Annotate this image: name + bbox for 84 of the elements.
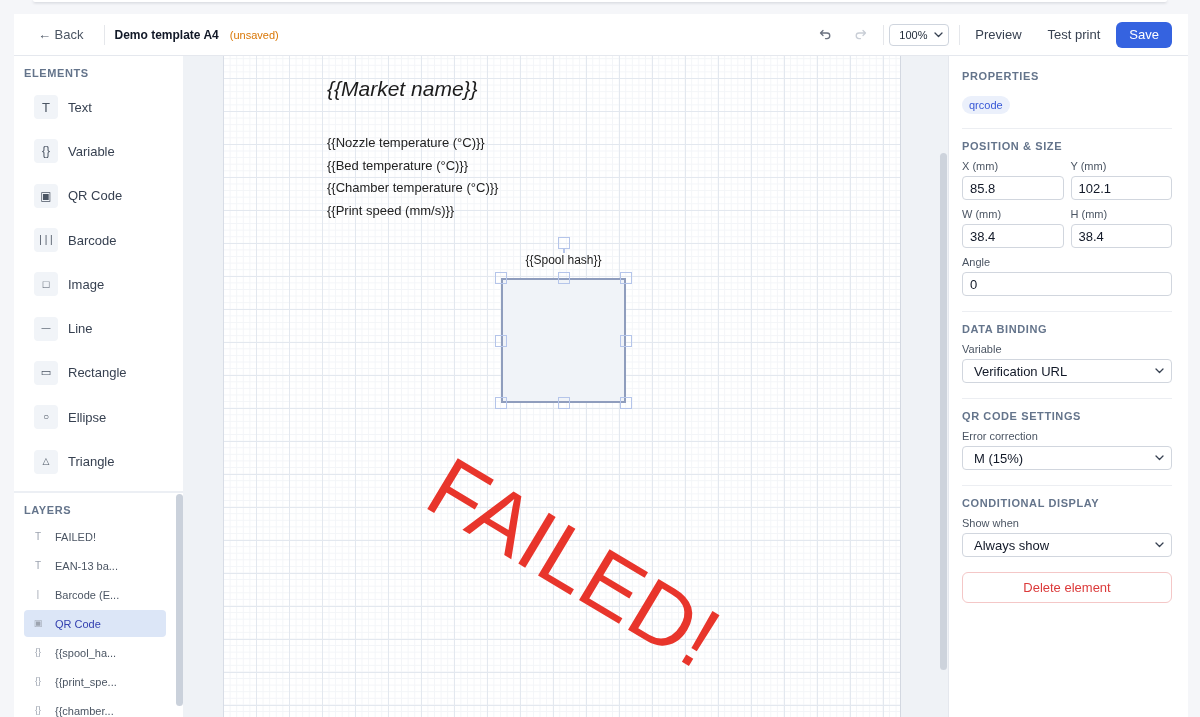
bars-icon: |: [32, 590, 44, 599]
element-label: {{Spool hash}}: [525, 252, 602, 267]
letter-t-icon: T: [34, 95, 58, 120]
bars-icon: | | |: [34, 228, 58, 253]
variable-text: {{Chamber temperature (°C)}}: [327, 179, 499, 197]
filled-square-icon: ▣: [34, 183, 58, 208]
section-title: DATA BINDING: [962, 322, 1048, 336]
section-title: PROPERTIES: [962, 69, 1039, 83]
filled-square-icon: ▣: [32, 619, 44, 628]
element-item[interactable]: □ Image: [24, 262, 173, 307]
input-field[interactable]: 102.1: [1070, 176, 1172, 200]
element-item[interactable]: ○ Ellipse: [24, 395, 173, 440]
braces-icon: {}: [32, 648, 44, 657]
chevron-down-icon: [934, 31, 944, 38]
input-field[interactable]: 38.4: [1070, 224, 1172, 248]
input-field[interactable]: 38.4: [962, 224, 1064, 248]
section-title: QR CODE SETTINGS: [962, 409, 1081, 423]
chevron-down-icon: [1155, 542, 1164, 548]
scrollbar-thumb[interactable]: [176, 494, 183, 706]
section-title: ELEMENTS: [24, 66, 89, 80]
variable-text: {{Print speed (mm/s)}}: [327, 201, 455, 220]
field-label: Y (mm): [1070, 159, 1107, 173]
layer-item[interactable]: | Barcode (E...: [24, 581, 166, 608]
layer-item[interactable]: {} {{chamber...: [24, 697, 166, 717]
field-label: Error correction: [962, 429, 1038, 443]
scrollbar-thumb[interactable]: [940, 153, 947, 670]
element-item[interactable]: — Line: [24, 306, 173, 351]
field-label: W (mm): [962, 207, 1002, 221]
qr-element-box[interactable]: [501, 278, 626, 403]
braces-icon: {}: [34, 139, 58, 164]
input-field[interactable]: 0: [962, 272, 1172, 296]
section-title: CONDITIONAL DISPLAY: [962, 496, 1100, 510]
braces-icon: {}: [32, 706, 44, 715]
section-title: LAYERS: [24, 503, 72, 517]
layer-item[interactable]: {} {{print_spe...: [24, 668, 166, 695]
element-item[interactable]: ▣ QR Code: [24, 173, 173, 218]
zoom-select[interactable]: 100%: [889, 23, 950, 46]
layer-item[interactable]: T EAN-13 ba...: [24, 552, 166, 579]
save-button[interactable]: Save: [1116, 21, 1172, 48]
resize-handle[interactable]: [620, 334, 632, 347]
select-field[interactable]: Always show: [962, 533, 1172, 557]
braces-icon: {}: [32, 677, 44, 686]
letter-t-icon: T: [32, 560, 44, 571]
resize-handle[interactable]: [557, 272, 570, 284]
resize-handle[interactable]: [620, 397, 632, 409]
square-icon: □: [34, 272, 58, 297]
rotate-handle[interactable]: [557, 237, 570, 249]
field-label: Angle: [962, 255, 991, 269]
variable-text: {{Bed temperature (°C)}}: [327, 156, 469, 175]
back-button[interactable]: ← Back: [38, 22, 84, 47]
chevron-down-icon: [1155, 368, 1164, 374]
document-title: Demo template A4: [114, 27, 219, 42]
resize-handle[interactable]: [495, 397, 507, 409]
input-field[interactable]: 85.8: [962, 176, 1064, 200]
variable-text: {{Nozzle temperature (°C)}}: [327, 134, 485, 152]
element-item[interactable]: {} Variable: [24, 129, 173, 174]
resize-handle[interactable]: [557, 397, 570, 409]
preview-button[interactable]: Preview: [965, 21, 1032, 48]
layer-item[interactable]: ▣ QR Code: [24, 610, 166, 637]
field-label: Variable: [962, 342, 1002, 356]
element-item[interactable]: | | | Barcode: [24, 217, 173, 263]
letter-t-icon: T: [32, 531, 44, 542]
section-title: POSITION & SIZE: [962, 139, 1063, 153]
type-tag: qrcode: [962, 96, 1010, 114]
select-field[interactable]: M (15%): [962, 446, 1172, 470]
unsaved-status: (unsaved): [229, 28, 279, 41]
element-item[interactable]: ▭ Rectangle: [24, 350, 173, 396]
chevron-down-icon: [1155, 455, 1164, 461]
element-item[interactable]: T Text: [24, 85, 173, 130]
resize-handle[interactable]: [495, 272, 507, 284]
heading-variable-text: {{Market name}}: [327, 76, 478, 102]
field-label: Show when: [962, 516, 1019, 530]
resize-handle[interactable]: [495, 334, 507, 347]
test-print-button[interactable]: Test print: [1037, 21, 1111, 48]
dash-icon: —: [34, 316, 58, 341]
rectangle-icon: ▭: [34, 360, 58, 385]
delete-button[interactable]: Delete element: [962, 572, 1172, 603]
select-field[interactable]: Verification URL: [962, 359, 1172, 383]
element-item[interactable]: △ Triangle: [24, 439, 173, 484]
field-label: X (mm): [962, 159, 999, 173]
field-label: H (mm): [1070, 207, 1108, 221]
layer-item[interactable]: T FAILED!: [24, 523, 166, 550]
resize-handle[interactable]: [620, 272, 632, 284]
layer-item[interactable]: {} {{spool_ha...: [24, 639, 166, 666]
